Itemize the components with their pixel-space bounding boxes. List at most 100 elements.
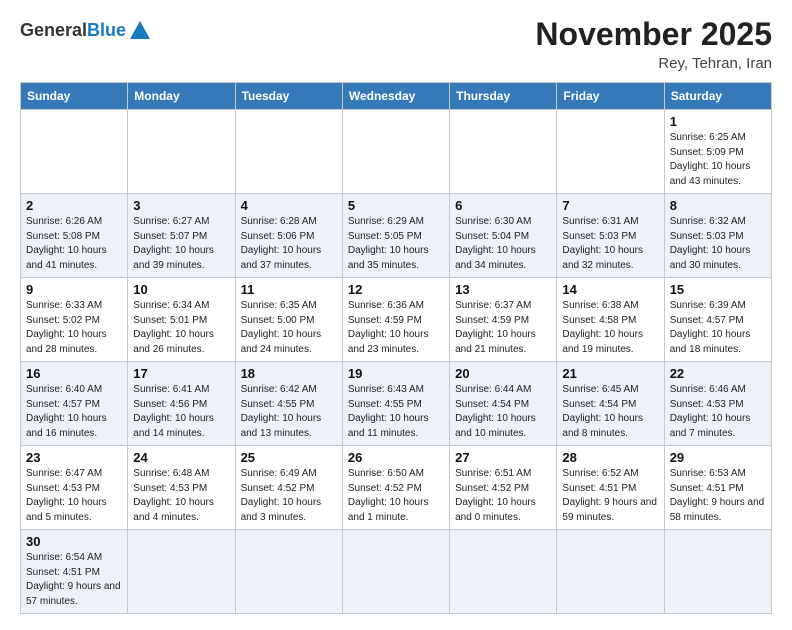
cell-day-number: 22 [670,366,766,381]
weekday-header-thursday: Thursday [450,83,557,110]
calendar-cell [235,530,342,614]
calendar-cell: 23Sunrise: 6:47 AM Sunset: 4:53 PM Dayli… [21,446,128,530]
title-month: November 2025 [535,16,772,53]
cell-info-text: Sunrise: 6:35 AM Sunset: 5:00 PM Dayligh… [241,299,337,357]
week-row-4: 16 Sunrise: 6:40 AM Sunset: 4:57 PM Dayli… [21,362,772,446]
calendar-cell: 7 Sunrise: 6:31 AM Sunset: 5:03 PM Daylig… [557,194,664,278]
cell-info-text: Sunrise: 6:32 AM Sunset: 5:03 PM Dayligh… [670,215,766,273]
cell-info-text: Sunrise: 6:40 AM Sunset: 4:57 PM Dayligh… [26,383,122,441]
calendar-cell: 6Sunrise: 6:30 AM Sunset: 5:04 PM Daylig… [450,194,557,278]
cell-day-number: 25 [241,450,337,465]
calendar-table: SundayMondayTuesdayWednesdayThursdayFrid… [20,82,772,614]
weekday-header-wednesday: Wednesday [342,83,449,110]
cell-info-text: Sunrise: 6:41 AM Sunset: 4:56 PM Dayligh… [133,383,229,441]
week-row-3: 9Sunrise: 6:33 AM Sunset: 5:02 PM Daylig… [21,278,772,362]
calendar-cell: 10 Sunrise: 6:34 AM Sunset: 5:01 PM Dayli… [128,278,235,362]
calendar-cell: 3 Sunrise: 6:27 AM Sunset: 5:07 PM Daylig… [128,194,235,278]
calendar-cell: 21 Sunrise: 6:45 AM Sunset: 4:54 PM Dayli… [557,362,664,446]
calendar-cell: 14 Sunrise: 6:38 AM Sunset: 4:58 PM Dayli… [557,278,664,362]
calendar-cell [664,530,771,614]
cell-day-number: 10 [133,282,229,297]
cell-info-text: Sunrise: 6:39 AM Sunset: 4:57 PM Dayligh… [670,299,766,357]
cell-day-number: 12 [348,282,444,297]
cell-day-number: 3 [133,198,229,213]
cell-day-number: 18 [241,366,337,381]
calendar-cell [128,110,235,194]
cell-info-text: Sunrise: 6:53 AM Sunset: 4:51 PM Dayligh… [670,467,766,525]
cell-info-text: Sunrise: 6:43 AM Sunset: 4:55 PM Dayligh… [348,383,444,441]
weekday-header-monday: Monday [128,83,235,110]
cell-info-text: Sunrise: 6:29 AM Sunset: 5:05 PM Dayligh… [348,215,444,273]
cell-info-text: Sunrise: 6:36 AM Sunset: 4:59 PM Dayligh… [348,299,444,357]
cell-info-text: Sunrise: 6:25 AM Sunset: 5:09 PM Dayligh… [670,131,766,189]
cell-day-number: 15 [670,282,766,297]
cell-info-text: Sunrise: 6:51 AM Sunset: 4:52 PM Dayligh… [455,467,551,525]
calendar-cell: 16 Sunrise: 6:40 AM Sunset: 4:57 PM Dayli… [21,362,128,446]
cell-day-number: 29 [670,450,766,465]
calendar-cell: 19 Sunrise: 6:43 AM Sunset: 4:55 PM Dayli… [342,362,449,446]
title-block: November 2025 Rey, Tehran, Iran [535,16,772,72]
title-location: Rey, Tehran, Iran [535,55,772,72]
cell-info-text: Sunrise: 6:34 AM Sunset: 5:01 PM Dayligh… [133,299,229,357]
calendar-cell: 11 Sunrise: 6:35 AM Sunset: 5:00 PM Dayli… [235,278,342,362]
calendar-cell [450,530,557,614]
cell-info-text: Sunrise: 6:45 AM Sunset: 4:54 PM Dayligh… [562,383,658,441]
calendar-cell: 4 Sunrise: 6:28 AM Sunset: 5:06 PM Daylig… [235,194,342,278]
weekday-header-sunday: Sunday [21,83,128,110]
cell-day-number: 14 [562,282,658,297]
cell-info-text: Sunrise: 6:49 AM Sunset: 4:52 PM Dayligh… [241,467,337,525]
weekday-header-tuesday: Tuesday [235,83,342,110]
weekday-header-saturday: Saturday [664,83,771,110]
cell-day-number: 30 [26,534,122,549]
logo-general-text: General [20,20,87,41]
calendar-cell: 5 Sunrise: 6:29 AM Sunset: 5:05 PM Daylig… [342,194,449,278]
calendar-cell: 22 Sunrise: 6:46 AM Sunset: 4:53 PM Dayli… [664,362,771,446]
cell-info-text: Sunrise: 6:52 AM Sunset: 4:51 PM Dayligh… [562,467,658,525]
cell-day-number: 7 [562,198,658,213]
cell-day-number: 11 [241,282,337,297]
cell-day-number: 13 [455,282,551,297]
calendar-cell [557,110,664,194]
cell-info-text: Sunrise: 6:44 AM Sunset: 4:54 PM Dayligh… [455,383,551,441]
cell-info-text: Sunrise: 6:30 AM Sunset: 5:04 PM Dayligh… [455,215,551,273]
logo-text: General Blue [20,20,150,41]
calendar-cell: 24Sunrise: 6:48 AM Sunset: 4:53 PM Dayli… [128,446,235,530]
cell-day-number: 5 [348,198,444,213]
calendar-cell: 13Sunrise: 6:37 AM Sunset: 4:59 PM Dayli… [450,278,557,362]
logo: General Blue [20,16,150,41]
cell-day-number: 28 [562,450,658,465]
calendar-cell: 8 Sunrise: 6:32 AM Sunset: 5:03 PM Daylig… [664,194,771,278]
calendar-cell: 18 Sunrise: 6:42 AM Sunset: 4:55 PM Dayli… [235,362,342,446]
weekday-header-row: SundayMondayTuesdayWednesdayThursdayFrid… [21,83,772,110]
calendar-cell: 30Sunrise: 6:54 AM Sunset: 4:51 PM Dayli… [21,530,128,614]
cell-info-text: Sunrise: 6:46 AM Sunset: 4:53 PM Dayligh… [670,383,766,441]
calendar-cell: 17 Sunrise: 6:41 AM Sunset: 4:56 PM Dayli… [128,362,235,446]
cell-day-number: 8 [670,198,766,213]
cell-day-number: 27 [455,450,551,465]
week-row-5: 23Sunrise: 6:47 AM Sunset: 4:53 PM Dayli… [21,446,772,530]
cell-info-text: Sunrise: 6:26 AM Sunset: 5:08 PM Dayligh… [26,215,122,273]
calendar-cell: 12 Sunrise: 6:36 AM Sunset: 4:59 PM Dayli… [342,278,449,362]
cell-info-text: Sunrise: 6:47 AM Sunset: 4:53 PM Dayligh… [26,467,122,525]
week-row-6: 30Sunrise: 6:54 AM Sunset: 4:51 PM Dayli… [21,530,772,614]
cell-info-text: Sunrise: 6:27 AM Sunset: 5:07 PM Dayligh… [133,215,229,273]
logo-blue-text: Blue [87,20,126,41]
calendar-cell: 2 Sunrise: 6:26 AM Sunset: 5:08 PM Daylig… [21,194,128,278]
calendar-cell: 9Sunrise: 6:33 AM Sunset: 5:02 PM Daylig… [21,278,128,362]
cell-day-number: 21 [562,366,658,381]
cell-info-text: Sunrise: 6:38 AM Sunset: 4:58 PM Dayligh… [562,299,658,357]
calendar-cell [557,530,664,614]
cell-info-text: Sunrise: 6:31 AM Sunset: 5:03 PM Dayligh… [562,215,658,273]
cell-day-number: 4 [241,198,337,213]
cell-day-number: 2 [26,198,122,213]
cell-info-text: Sunrise: 6:42 AM Sunset: 4:55 PM Dayligh… [241,383,337,441]
cell-day-number: 16 [26,366,122,381]
calendar-cell: 27 Sunrise: 6:51 AM Sunset: 4:52 PM Dayli… [450,446,557,530]
calendar-cell: 26Sunrise: 6:50 AM Sunset: 4:52 PM Dayli… [342,446,449,530]
calendar-cell [21,110,128,194]
cell-day-number: 19 [348,366,444,381]
cell-info-text: Sunrise: 6:28 AM Sunset: 5:06 PM Dayligh… [241,215,337,273]
calendar-cell [128,530,235,614]
calendar-cell [235,110,342,194]
cell-day-number: 17 [133,366,229,381]
